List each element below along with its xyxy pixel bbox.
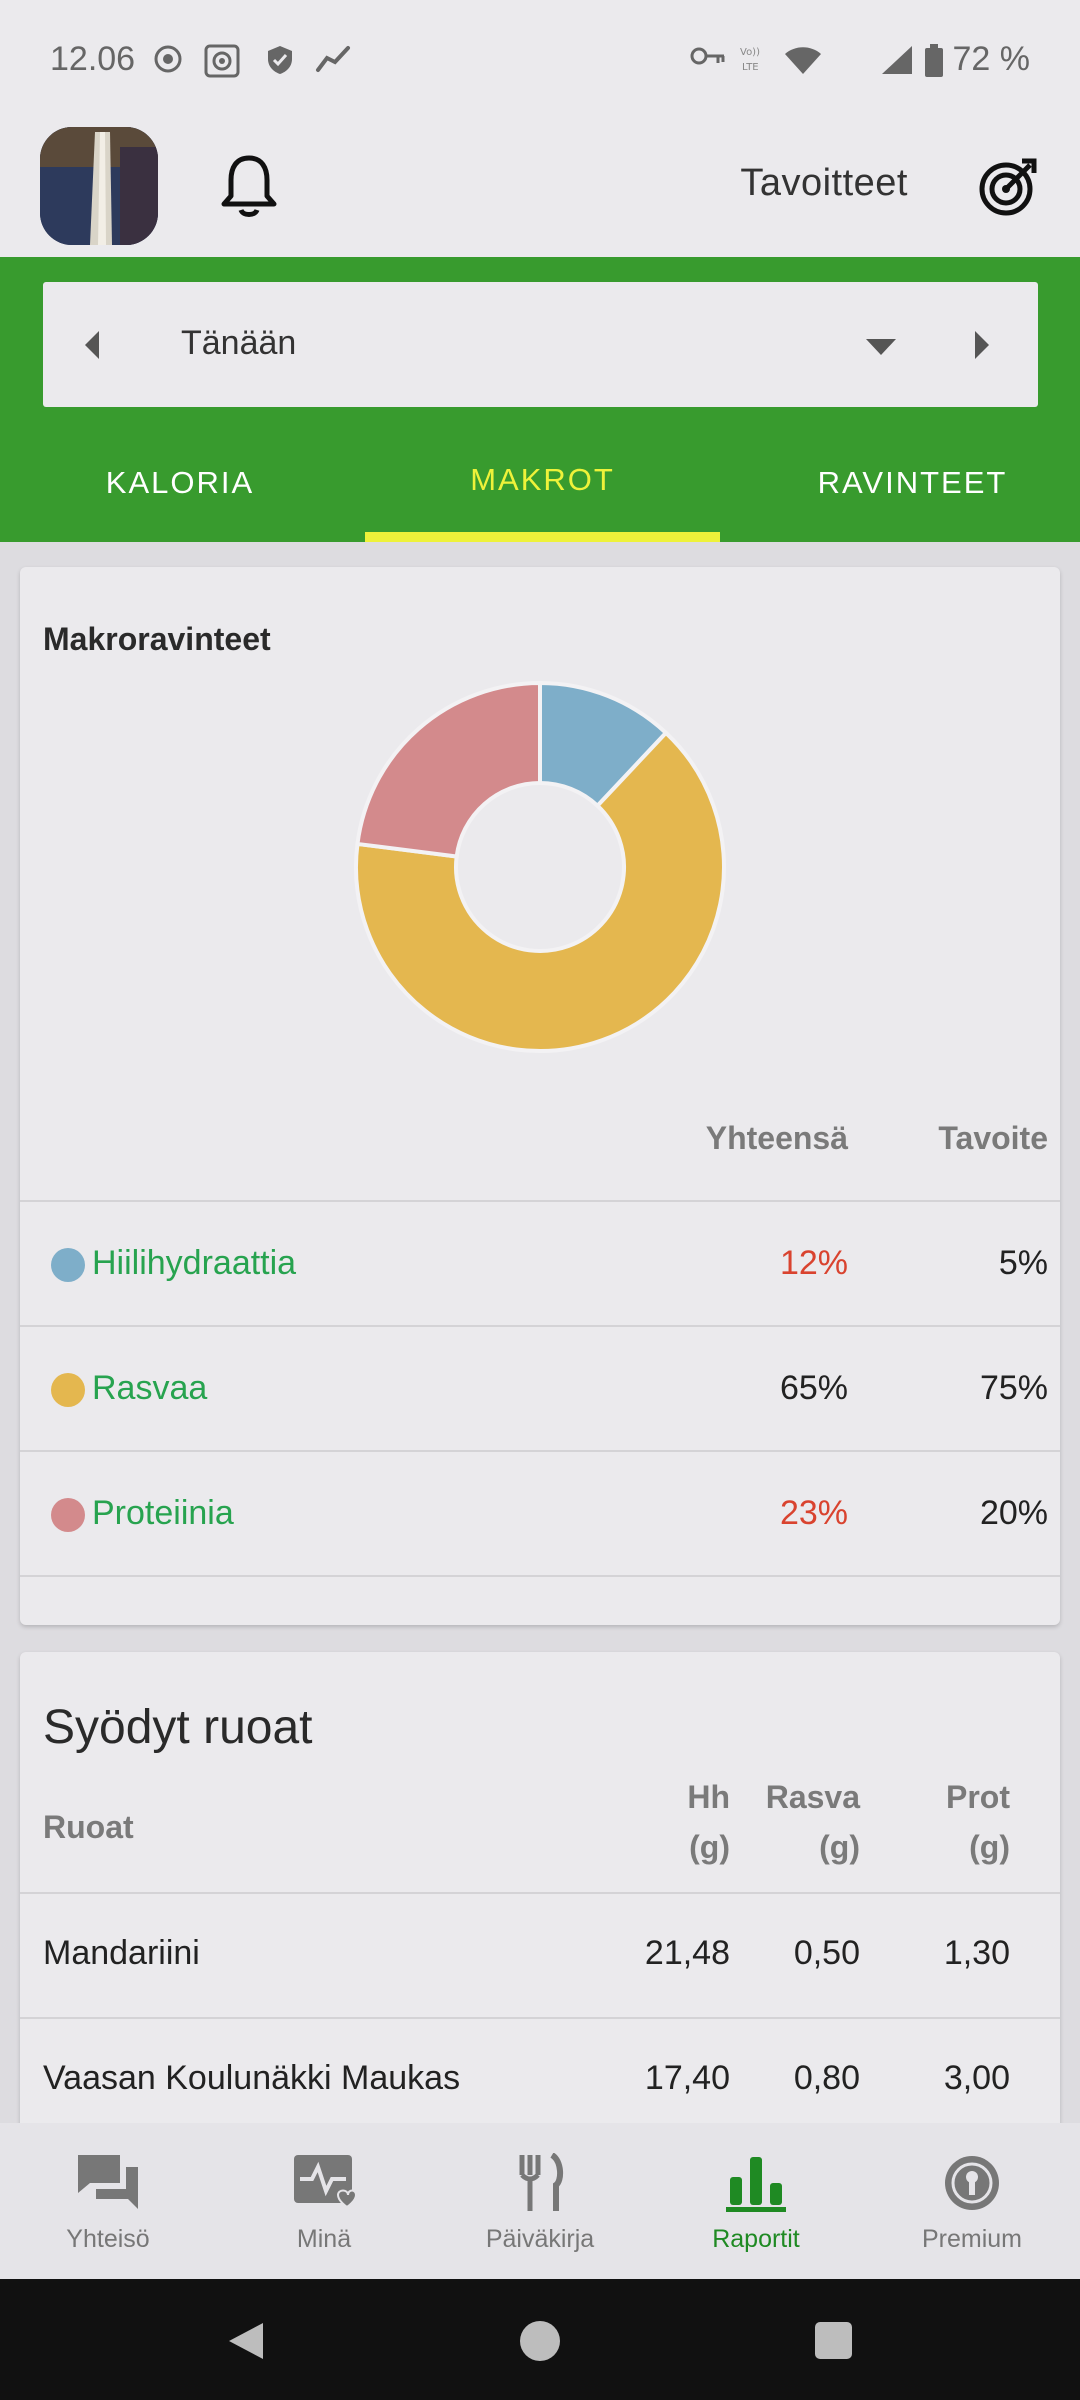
column-header-foods: Ruoat bbox=[43, 1809, 134, 1845]
column-header-protein-unit: (g) bbox=[969, 1829, 1010, 1865]
food-carbs: 17,40 bbox=[644, 2059, 730, 2097]
nav-label: Päiväkirja bbox=[485, 2225, 595, 2253]
column-header-carbs: Hh (g) bbox=[687, 1772, 730, 1872]
record-icon bbox=[154, 45, 182, 73]
food-protein: 1,30 bbox=[943, 1934, 1010, 1972]
nav-item-reports[interactable]: Raportit bbox=[648, 2123, 864, 2279]
signal-icon bbox=[882, 46, 912, 74]
dropdown-chevron-icon[interactable] bbox=[864, 337, 898, 357]
column-header-protein: Prot (g) bbox=[946, 1772, 1010, 1872]
macro-total: 65% bbox=[779, 1369, 848, 1407]
notifications-bell-icon[interactable] bbox=[218, 152, 280, 218]
status-time: 12.06 bbox=[50, 40, 136, 78]
battery-icon bbox=[925, 44, 943, 77]
chat-icon bbox=[78, 2155, 138, 2209]
fat-color-dot bbox=[51, 1373, 85, 1407]
macro-goal: 20% bbox=[979, 1494, 1048, 1532]
column-header-carbs-unit: (g) bbox=[689, 1829, 730, 1865]
home-icon[interactable] bbox=[520, 2321, 560, 2361]
report-header: Tänään KALORIA MAKROT RAVINTEET bbox=[0, 257, 1080, 542]
macro-goal: 5% bbox=[998, 1244, 1048, 1282]
fork-knife-icon bbox=[519, 2153, 564, 2211]
battery-percent: 72 % bbox=[952, 40, 1031, 78]
bottom-navigation: Yhteisö Minä Päiväkirja Raportit Premium bbox=[0, 2123, 1080, 2279]
foods-title: Syödyt ruoat bbox=[43, 1701, 313, 1754]
column-header-total: Yhteensä bbox=[705, 1120, 848, 1156]
nav-label: Minä bbox=[296, 2225, 352, 2253]
app-header: Tavoitteet bbox=[0, 115, 1080, 257]
nav-label: Yhteisö bbox=[66, 2225, 150, 2253]
divider bbox=[20, 1575, 1060, 1577]
macro-row-protein[interactable]: Proteiinia 23% 20% bbox=[20, 1452, 1060, 1576]
system-navigation-bar bbox=[0, 2279, 1080, 2400]
food-fat: 0,80 bbox=[793, 2059, 860, 2097]
tab-ravinteet[interactable]: RAVINTEET bbox=[735, 465, 1080, 501]
svg-text:Vo)): Vo)) bbox=[740, 47, 760, 58]
recent-apps-icon[interactable] bbox=[815, 2322, 852, 2359]
nav-item-diary[interactable]: Päiväkirja bbox=[432, 2123, 648, 2279]
macro-name[interactable]: Hiilihydraattia bbox=[92, 1244, 296, 1283]
nav-item-community[interactable]: Yhteisö bbox=[0, 2123, 216, 2279]
macro-row-carbs[interactable]: Hiilihydraattia 12% 5% bbox=[20, 1202, 1060, 1326]
volte-icon: Vo)) LTE bbox=[740, 47, 760, 73]
macro-total: 12% bbox=[779, 1244, 848, 1282]
macro-name[interactable]: Rasvaa bbox=[92, 1369, 207, 1408]
column-header-protein-label: Prot bbox=[946, 1779, 1010, 1815]
goals-label[interactable]: Tavoitteet bbox=[740, 162, 908, 205]
shield-icon bbox=[268, 46, 292, 74]
date-label[interactable]: Tänään bbox=[181, 324, 296, 363]
column-header-fat-unit: (g) bbox=[819, 1829, 860, 1865]
column-header-fat-label: Rasva bbox=[765, 1779, 860, 1815]
premium-badge-icon bbox=[945, 2156, 999, 2210]
protein-color-dot bbox=[51, 1498, 85, 1532]
macro-goal: 75% bbox=[979, 1369, 1048, 1407]
macro-name[interactable]: Proteiinia bbox=[92, 1494, 234, 1533]
column-header-fat: Rasva (g) bbox=[766, 1772, 860, 1872]
previous-day-icon[interactable] bbox=[81, 329, 103, 361]
food-name: Mandariini bbox=[43, 1934, 200, 1972]
tab-makrot[interactable]: MAKROT bbox=[365, 462, 720, 498]
date-selector[interactable]: Tänään bbox=[43, 282, 1038, 407]
nav-label: Raportit bbox=[712, 2225, 800, 2253]
svg-text:LTE: LTE bbox=[742, 62, 759, 73]
column-header-carbs-label: Hh bbox=[687, 1779, 730, 1815]
tab-kaloria[interactable]: KALORIA bbox=[0, 465, 360, 501]
app-notification-icon bbox=[316, 46, 350, 72]
back-icon[interactable] bbox=[225, 2321, 265, 2361]
macro-total: 23% bbox=[779, 1494, 848, 1532]
food-name: Vaasan Koulunäkki Maukas bbox=[43, 2059, 461, 2097]
nav-item-me[interactable]: Minä bbox=[216, 2123, 432, 2279]
macros-card: Makroravinteet Yhteensä Tavoite Hiilihyd… bbox=[20, 567, 1060, 1625]
status-bar: 12.06 Vo)) LTE 72 % bbox=[0, 0, 1080, 115]
food-carbs: 21,48 bbox=[644, 1934, 730, 1972]
food-row[interactable]: Mandariini 21,48 0,50 1,30 bbox=[20, 1894, 1060, 2018]
food-protein: 3,00 bbox=[943, 2059, 1010, 2097]
vpn-key-icon bbox=[690, 47, 725, 65]
eaten-foods-card: Syödyt ruoat Ruoat Hh (g) Rasva (g) Prot… bbox=[20, 1652, 1060, 2152]
avatar-photo bbox=[40, 127, 158, 245]
carbs-color-dot bbox=[51, 1248, 85, 1282]
bar-chart-icon bbox=[726, 2157, 786, 2212]
column-header-goal: Tavoite bbox=[938, 1120, 1048, 1156]
wifi-icon bbox=[785, 47, 821, 74]
active-tab-indicator bbox=[365, 532, 720, 542]
macro-row-fat[interactable]: Rasvaa 65% 75% bbox=[20, 1327, 1060, 1451]
macros-title: Makroravinteet bbox=[43, 621, 271, 657]
next-day-icon[interactable] bbox=[971, 329, 993, 361]
food-fat: 0,50 bbox=[793, 1934, 860, 1972]
target-icon[interactable] bbox=[978, 155, 1040, 217]
camera-icon bbox=[204, 44, 240, 78]
nav-label: Premium bbox=[921, 2225, 1022, 2253]
nav-item-premium[interactable]: Premium bbox=[864, 2123, 1080, 2279]
donut-slice-proteiinia bbox=[355, 680, 542, 859]
heart-pulse-icon bbox=[294, 2155, 356, 2209]
macros-donut-chart bbox=[354, 680, 726, 1053]
avatar[interactable] bbox=[40, 127, 158, 245]
